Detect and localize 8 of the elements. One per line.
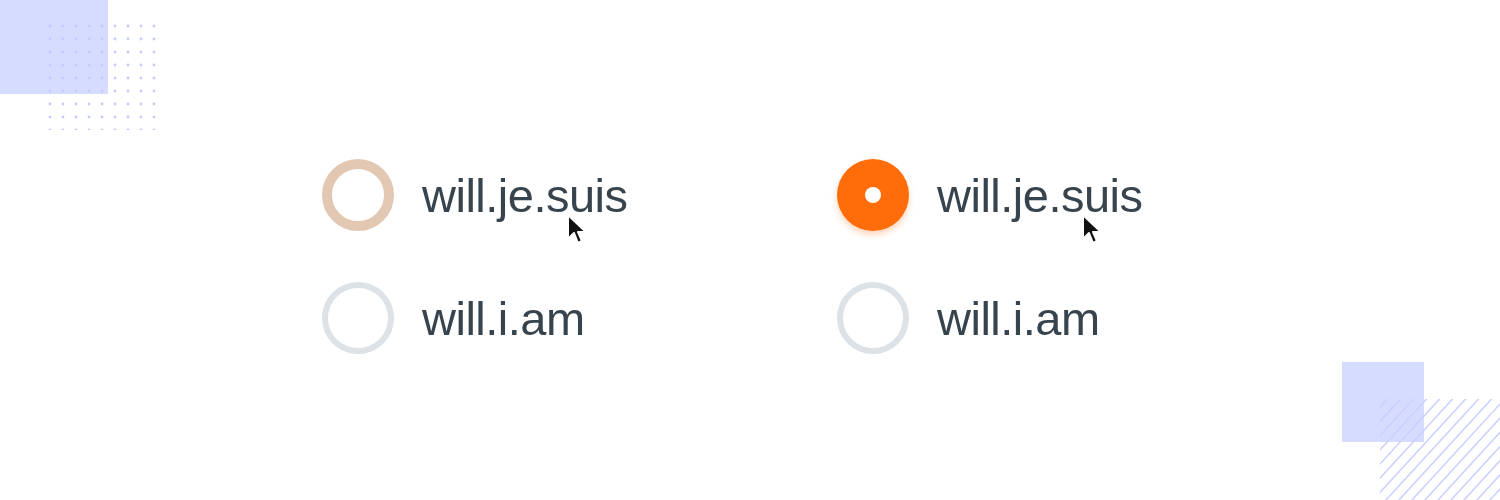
radio-button[interactable]: [322, 282, 394, 354]
radio-button[interactable]: [837, 282, 909, 354]
radio-button[interactable]: [837, 159, 909, 231]
option-label[interactable]: will.i.am: [937, 290, 1100, 346]
option-label[interactable]: will.je.suis: [937, 167, 1143, 223]
option-label[interactable]: will.je.suis: [422, 167, 628, 223]
option-label[interactable]: will.i.am: [422, 290, 585, 346]
radio-button[interactable]: [322, 159, 394, 231]
